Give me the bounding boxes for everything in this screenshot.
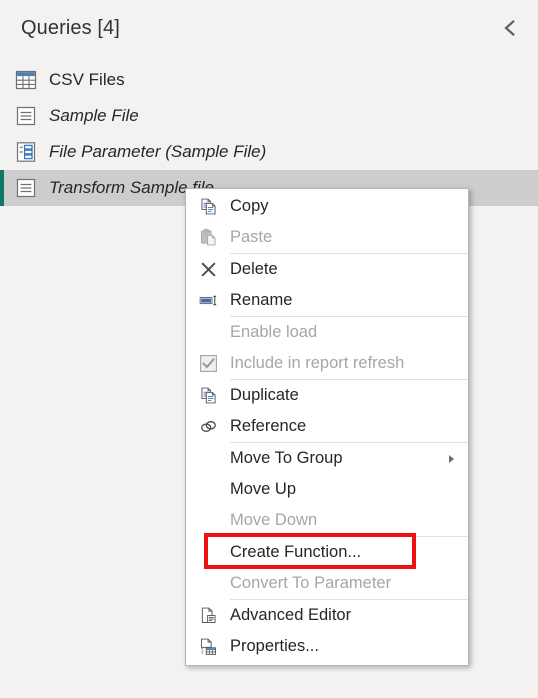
collapse-pane-button[interactable] xyxy=(494,12,526,44)
context-menu-item-label: Rename xyxy=(230,291,293,309)
context-menu-item: Include in report refresh xyxy=(186,348,468,379)
query-icon xyxy=(16,106,36,126)
delete-x-icon xyxy=(200,262,216,277)
context-menu-item[interactable]: Delete xyxy=(186,254,468,285)
submenu-arrow-icon xyxy=(449,454,454,463)
context-menu-item-icon-slot xyxy=(186,505,230,536)
context-menu-item[interactable]: Properties... xyxy=(186,631,468,662)
query-list: CSV Files Sample File File Parameter (Sa… xyxy=(0,62,538,206)
context-menu-item[interactable]: Create Function... xyxy=(186,533,468,569)
chevron-left-icon xyxy=(504,20,515,36)
context-menu-item-icon-slot xyxy=(186,348,230,379)
context-menu-item-label: Reference xyxy=(230,417,307,435)
query-list-item-label: CSV Files xyxy=(49,70,125,89)
paste-icon xyxy=(200,228,215,246)
duplicate-icon xyxy=(200,387,216,404)
context-menu-item-label: Copy xyxy=(230,197,269,215)
context-menu-item-label: Move To Group xyxy=(230,449,343,467)
context-menu-item-icon-slot xyxy=(186,474,230,505)
context-menu-item-icon-slot xyxy=(186,317,230,348)
context-menu-item-icon-slot xyxy=(186,191,230,222)
query-list-item-label: Sample File xyxy=(49,106,139,125)
context-menu-item: Convert To Parameter xyxy=(186,568,468,599)
context-menu-item[interactable]: Advanced Editor xyxy=(186,600,468,631)
context-menu-item-label: Paste xyxy=(230,228,273,246)
parameter-icon xyxy=(16,142,36,162)
copy-icon xyxy=(200,198,216,215)
context-menu-item-icon-slot xyxy=(186,568,230,599)
context-menu-item[interactable]: Duplicate xyxy=(186,380,468,411)
context-menu-item-label: Convert To Parameter xyxy=(230,574,392,592)
context-menu-item-label: Move Up xyxy=(230,480,297,498)
context-menu-item[interactable]: Reference xyxy=(186,411,468,442)
checkbox-checked-icon xyxy=(199,355,217,372)
context-menu-item-icon-slot xyxy=(186,537,230,568)
context-menu-item-label: Create Function... xyxy=(230,543,362,561)
advanced-editor-icon xyxy=(201,607,216,623)
context-menu-item[interactable]: Copy xyxy=(186,191,468,222)
query-list-item[interactable]: Sample File xyxy=(0,98,538,134)
query-icon xyxy=(16,178,36,198)
context-menu-item-label: Properties... xyxy=(230,637,319,655)
query-list-item[interactable]: CSV Files xyxy=(0,62,538,98)
context-menu-item: Paste xyxy=(186,222,468,253)
context-menu-item[interactable]: Move Up xyxy=(186,474,468,505)
context-menu-item-icon-slot xyxy=(186,254,230,285)
context-menu-item-label: Enable load xyxy=(230,323,318,341)
rename-icon xyxy=(199,295,216,306)
context-menu-item-icon-slot xyxy=(186,222,230,253)
reference-link-icon xyxy=(200,421,216,432)
properties-icon xyxy=(200,638,216,655)
context-menu-item-label: Delete xyxy=(230,260,278,278)
page-title: Queries [4] xyxy=(21,17,120,39)
context-menu-item-label: Move Down xyxy=(230,511,318,529)
context-menu-item-icon-slot xyxy=(186,380,230,411)
queries-pane-header: Queries [4] xyxy=(0,0,538,57)
query-list-item[interactable]: File Parameter (Sample File) xyxy=(0,134,538,170)
context-menu-item: Enable load xyxy=(186,317,468,348)
context-menu-item-icon-slot xyxy=(186,285,230,316)
context-menu-item-icon-slot xyxy=(186,631,230,662)
context-menu-item[interactable]: Move To Group xyxy=(186,443,468,474)
context-menu-item-icon-slot xyxy=(186,443,230,474)
context-menu-item-label: Duplicate xyxy=(230,386,299,404)
context-menu-item-icon-slot xyxy=(186,600,230,631)
query-context-menu[interactable]: Copy Paste Delete Rename Enable load Inclu… xyxy=(185,188,469,666)
context-menu-item-icon-slot xyxy=(186,411,230,442)
query-list-item-label: File Parameter (Sample File) xyxy=(49,142,267,161)
context-menu-item: Move Down xyxy=(186,505,468,536)
context-menu-item[interactable]: Rename xyxy=(186,285,468,316)
context-menu-item-label: Include in report refresh xyxy=(230,354,405,372)
context-menu-item-label: Advanced Editor xyxy=(230,606,352,624)
table-icon xyxy=(15,70,37,90)
